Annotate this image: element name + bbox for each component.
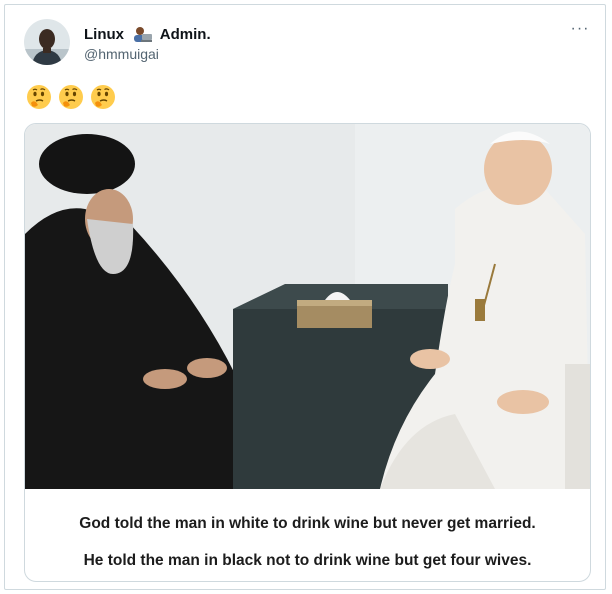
thinking-face-icon bbox=[26, 84, 52, 110]
caption-line-2: He told the man in black not to drink wi… bbox=[83, 552, 532, 569]
caption-line-1: God told the man in white to drink wine … bbox=[79, 515, 536, 532]
more-options-icon[interactable]: ··· bbox=[569, 21, 591, 37]
technologist-emoji-icon bbox=[132, 26, 153, 42]
tweet-text bbox=[26, 84, 116, 112]
avatar[interactable] bbox=[24, 19, 70, 65]
display-name[interactable]: Linux Admin. bbox=[84, 26, 211, 43]
display-name-first: Linux bbox=[84, 26, 124, 43]
tweet-media[interactable]: God told the man in white to drink wine … bbox=[24, 123, 591, 582]
display-name-second: Admin. bbox=[159, 26, 211, 43]
thinking-face-icon bbox=[58, 84, 84, 110]
meeting-photo bbox=[25, 124, 590, 489]
thinking-face-icon bbox=[90, 84, 116, 110]
user-handle[interactable]: @hmmuigai bbox=[84, 46, 159, 62]
